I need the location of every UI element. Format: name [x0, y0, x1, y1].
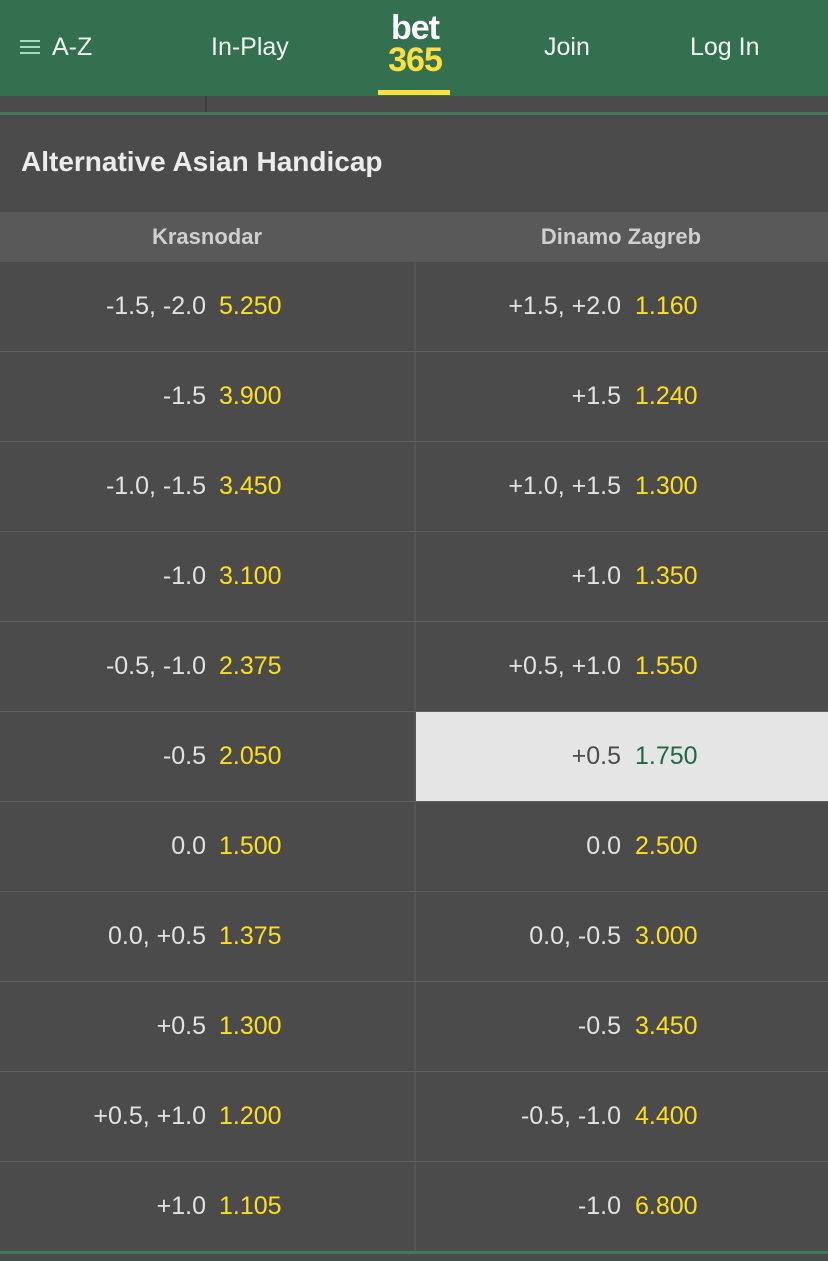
top-header: A-Z In-Play bet 365 Join Log In — [0, 0, 828, 96]
handicap-value: -1.5 — [162, 382, 206, 410]
handicap-rows: -1.5, -2.0 5.250 +1.5, +2.0 1.160 -1.5 3.900 +… — [0, 262, 828, 1252]
home-odds-button[interactable]: -0.5, -1.0 2.375 — [0, 622, 416, 711]
home-odds-button[interactable]: -1.0 3.100 — [0, 532, 416, 621]
hamburger-menu-icon — [20, 39, 40, 55]
odds-value: 2.500 — [635, 832, 698, 860]
odds-value: 1.160 — [635, 292, 698, 320]
handicap-row: 0.0 1.500 0.0 2.500 — [0, 802, 828, 892]
handicap-row: -1.0, -1.5 3.450 +1.0, +1.5 1.300 — [0, 442, 828, 532]
handicap-value: -0.5 — [162, 742, 206, 770]
home-odds-button[interactable]: 0.0 1.500 — [0, 802, 416, 891]
away-team-label: Dinamo Zagreb — [540, 224, 702, 249]
sub-tab-divider — [205, 96, 207, 112]
handicap-value: +1.0 — [156, 1192, 206, 1220]
handicap-row: 0.0, +0.5 1.375 0.0, -0.5 3.000 — [0, 892, 828, 982]
handicap-row: -0.5 2.050 +0.5 1.750 — [0, 712, 828, 802]
odds-value: 1.550 — [635, 652, 698, 680]
bottom-separator — [0, 1251, 828, 1254]
odds-value: 4.400 — [635, 1102, 698, 1130]
logo-active-underline — [378, 90, 450, 95]
handicap-value: +1.5 — [571, 382, 621, 410]
odds-value: 2.375 — [219, 652, 282, 680]
odds-value: 1.500 — [219, 832, 282, 860]
handicap-row: +0.5 1.300 -0.5 3.450 — [0, 982, 828, 1072]
home-odds-button[interactable]: -0.5 2.050 — [0, 712, 416, 801]
az-label: A-Z — [52, 33, 93, 61]
handicap-value: +1.0, +1.5 — [508, 472, 621, 500]
odds-value: 1.750 — [635, 742, 698, 770]
in-play-link[interactable]: In-Play — [211, 30, 289, 64]
handicap-value: +0.5, +1.0 — [93, 1102, 206, 1130]
home-odds-button[interactable]: -1.0, -1.5 3.450 — [0, 442, 416, 531]
handicap-value: -0.5, -1.0 — [105, 652, 206, 680]
handicap-value: -0.5, -1.0 — [520, 1102, 621, 1130]
home-odds-button[interactable]: +1.0 1.105 — [0, 1162, 416, 1251]
away-odds-button[interactable]: +0.5, +1.0 1.550 — [416, 622, 828, 711]
home-odds-button[interactable]: +0.5, +1.0 1.200 — [0, 1072, 416, 1161]
away-odds-button[interactable]: +1.0 1.350 — [416, 532, 828, 621]
away-odds-button[interactable]: -0.5, -1.0 4.400 — [416, 1072, 828, 1161]
odds-value: 3.900 — [219, 382, 282, 410]
odds-value: 1.350 — [635, 562, 698, 590]
handicap-row: -0.5, -1.0 2.375 +0.5, +1.0 1.550 — [0, 622, 828, 712]
odds-value: 5.250 — [219, 292, 282, 320]
home-odds-button[interactable]: -1.5 3.900 — [0, 352, 416, 441]
away-odds-button[interactable]: +1.0, +1.5 1.300 — [416, 442, 828, 531]
logo-text-top: bet — [391, 9, 440, 47]
odds-value: 1.200 — [219, 1102, 282, 1130]
sub-tab-bar — [0, 96, 828, 112]
away-odds-button[interactable]: -0.5 3.450 — [416, 982, 828, 1071]
handicap-value: +0.5 — [571, 742, 621, 770]
handicap-value: -1.0 — [577, 1192, 621, 1220]
handicap-value: 0.0 — [586, 832, 621, 860]
handicap-value: -1.0 — [162, 562, 206, 590]
handicap-value: -1.0, -1.5 — [105, 472, 206, 500]
odds-value: 3.450 — [219, 472, 282, 500]
odds-value: 1.240 — [635, 382, 698, 410]
market-title[interactable]: Alternative Asian Handicap — [21, 146, 383, 178]
handicap-row: -1.0 3.100 +1.0 1.350 — [0, 532, 828, 622]
away-odds-button[interactable]: -1.0 6.800 — [416, 1162, 828, 1251]
handicap-value: 0.0, -0.5 — [529, 922, 621, 950]
handicap-value: -1.5, -2.0 — [105, 292, 206, 320]
handicap-value: 0.0, +0.5 — [108, 922, 206, 950]
home-team-label: Krasnodar — [151, 224, 263, 249]
odds-value: 3.100 — [219, 562, 282, 590]
az-menu-button[interactable]: A-Z — [20, 30, 92, 64]
logo-text-bottom: 365 — [388, 41, 443, 79]
away-odds-button[interactable]: +0.5 1.750 — [416, 712, 828, 801]
bet365-logo[interactable]: bet 365 — [378, 9, 452, 96]
odds-value: 1.300 — [635, 472, 698, 500]
log-in-link[interactable]: Log In — [690, 30, 760, 64]
handicap-value: +1.5, +2.0 — [508, 292, 621, 320]
home-odds-button[interactable]: +0.5 1.300 — [0, 982, 416, 1071]
odds-value: 6.800 — [635, 1192, 698, 1220]
away-odds-button[interactable]: +1.5, +2.0 1.160 — [416, 262, 828, 351]
home-odds-button[interactable]: -1.5, -2.0 5.250 — [0, 262, 416, 351]
odds-value: 3.000 — [635, 922, 698, 950]
handicap-value: -0.5 — [577, 1012, 621, 1040]
handicap-row: -1.5 3.900 +1.5 1.240 — [0, 352, 828, 442]
odds-value: 2.050 — [219, 742, 282, 770]
handicap-row: +0.5, +1.0 1.200 -0.5, -1.0 4.400 — [0, 1072, 828, 1162]
handicap-value: +0.5, +1.0 — [508, 652, 621, 680]
away-odds-button[interactable]: 0.0 2.500 — [416, 802, 828, 891]
home-odds-button[interactable]: 0.0, +0.5 1.375 — [0, 892, 416, 981]
handicap-row: +1.0 1.105 -1.0 6.800 — [0, 1162, 828, 1252]
handicap-value: +0.5 — [156, 1012, 206, 1040]
handicap-value: +1.0 — [571, 562, 621, 590]
section-separator — [0, 112, 828, 115]
odds-value: 1.375 — [219, 922, 282, 950]
join-link[interactable]: Join — [544, 30, 590, 64]
odds-value: 1.105 — [219, 1192, 282, 1220]
column-header: Krasnodar Dinamo Zagreb — [0, 212, 828, 262]
away-odds-button[interactable]: 0.0, -0.5 3.000 — [416, 892, 828, 981]
odds-value: 1.300 — [219, 1012, 282, 1040]
handicap-value: 0.0 — [171, 832, 206, 860]
odds-value: 3.450 — [635, 1012, 698, 1040]
away-odds-button[interactable]: +1.5 1.240 — [416, 352, 828, 441]
handicap-row: -1.5, -2.0 5.250 +1.5, +2.0 1.160 — [0, 262, 828, 352]
